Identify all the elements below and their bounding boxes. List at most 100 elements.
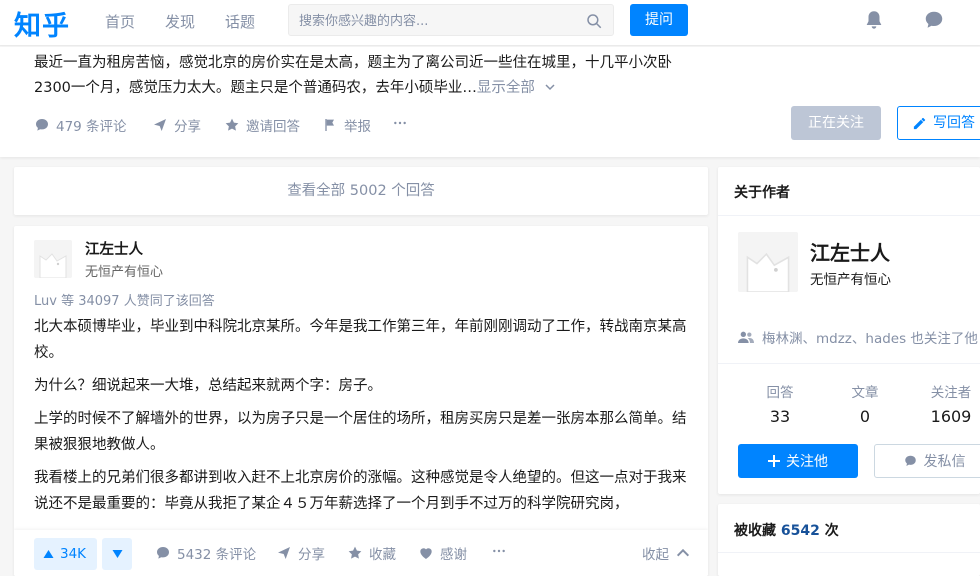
heart-icon <box>420 548 432 559</box>
divider <box>718 363 980 364</box>
answer-paragraph: 上学的时候不了解墙外的世界，以为房子只是一个居住的场所，租房买房只是差一张房本那… <box>34 411 687 453</box>
invite-answer-label: 邀请回答 <box>246 119 300 135</box>
upvoters-summary: Luv 等 34097 人赞同了该回答 <box>34 294 215 309</box>
more-options-button[interactable] <box>392 115 408 131</box>
answer-card: 江左士人 无恒产有恒心 Luv 等 34097 人赞同了该回答 北大本硕博毕业，… <box>14 226 708 576</box>
collect-button[interactable]: 收藏 <box>347 543 396 563</box>
collected-prefix: 被收藏 <box>734 523 776 539</box>
comment-icon <box>157 547 169 559</box>
ask-question-button[interactable]: 提问 <box>630 4 688 36</box>
collected-card: 被收藏 6542 次 <box>718 504 980 576</box>
stat-value: 0 <box>859 407 871 426</box>
default-avatar-icon <box>738 232 798 292</box>
messages-icon[interactable] <box>922 9 946 31</box>
stat-answers[interactable]: 回答 33 <box>735 381 825 426</box>
search-icon[interactable] <box>585 12 603 30</box>
search-box <box>288 4 614 36</box>
stat-label: 文章 <box>851 385 879 401</box>
follow-author-label: 关注他 <box>786 454 828 470</box>
write-answer-button[interactable]: 写回答 <box>897 106 980 140</box>
zhihu-logo[interactable]: 知乎 <box>14 4 70 43</box>
mutual-followers-text: 梅林渊、mdzz、hades 也关注了他 <box>762 331 978 347</box>
author-avatar[interactable] <box>738 232 798 292</box>
search-input[interactable] <box>299 11 579 31</box>
answer-paragraph: 为什么？细说起来一大堆，总结起来就两个字：房子。 <box>34 378 382 394</box>
author-name[interactable]: 江左士人 <box>810 237 890 266</box>
answer-paragraph: 我看楼上的兄弟们很多都讲到收入赶不上北京房价的涨幅。这种感觉是令人绝望的。但这一… <box>34 470 687 512</box>
share-icon <box>154 119 166 131</box>
message-bubble-icon <box>904 455 916 466</box>
nav-discover[interactable]: 发现 <box>165 11 195 32</box>
vote-count: 34K <box>60 546 87 562</box>
answer-paragraph: 北大本硕博毕业，毕业到中科院北京某所。今年是我工作第三年，年前刚刚调动了工作，转… <box>34 319 687 361</box>
send-message-button[interactable]: 发私信 <box>874 444 980 478</box>
collected-suffix: 次 <box>824 523 839 539</box>
share-icon <box>278 547 290 559</box>
following-button[interactable]: 正在关注 <box>791 106 881 140</box>
answer-author-name[interactable]: 江左士人 <box>85 238 143 259</box>
stat-followers[interactable]: 关注者 1609 <box>906 381 980 426</box>
people-icon <box>738 331 754 343</box>
more-icon <box>493 549 505 553</box>
answer-content: 北大本硕博毕业，毕业到中科院北京某所。今年是我工作第三年，年前刚刚调动了工作，转… <box>34 314 689 524</box>
top-navbar: 知乎 首页 发现 话题 提问 <box>0 0 980 46</box>
question-share-button[interactable]: 分享 <box>152 115 201 135</box>
report-button[interactable]: 举报 <box>322 115 371 135</box>
about-author-card: 关于作者 江左士人 无恒产有恒心 梅林渊、mdzz、hades 也关注了他 回答… <box>718 167 980 494</box>
triangle-up-icon <box>43 550 54 558</box>
report-label: 举报 <box>344 119 371 135</box>
pencil-icon <box>913 117 926 129</box>
nav-home[interactable]: 首页 <box>105 11 135 32</box>
stat-value: 1609 <box>930 407 972 426</box>
stat-label: 回答 <box>766 385 794 401</box>
divider <box>718 552 980 553</box>
more-icon <box>394 121 406 125</box>
invite-answer-button[interactable]: 邀请回答 <box>224 115 300 135</box>
plus-icon <box>768 455 780 467</box>
divider <box>718 215 980 216</box>
mutual-followers[interactable]: 梅林渊、mdzz、hades 也关注了他 <box>738 327 978 347</box>
default-avatar-icon <box>34 240 72 278</box>
avatar[interactable] <box>34 240 72 278</box>
collected-summary: 被收藏 6542 次 <box>734 520 839 540</box>
thanks-label: 感谢 <box>440 547 467 563</box>
stat-label: 关注者 <box>930 385 972 401</box>
chevron-up-icon <box>676 548 690 557</box>
answer-share-label: 分享 <box>298 547 325 563</box>
view-all-answers-link[interactable]: 查看全部 5002 个回答 <box>14 167 708 215</box>
show-all-link[interactable]: 显示全部 <box>477 80 556 96</box>
triangle-down-icon <box>112 550 122 558</box>
question-description-text: 最近一直为租房苦恼，感觉北京的房价实在是太高，题主为了离公司近一些住在城里，十几… <box>34 55 672 96</box>
answer-share-button[interactable]: 分享 <box>276 543 325 563</box>
question-comments-button[interactable]: 479 条评论 <box>34 115 127 135</box>
stat-value: 33 <box>769 407 791 426</box>
show-all-label[interactable]: 显示全部 <box>477 80 535 96</box>
answer-action-bar: 34K 5432 条评论 分享 收藏 感谢 收起 <box>14 530 708 576</box>
follow-author-button[interactable]: 关注他 <box>738 444 858 478</box>
stat-articles[interactable]: 文章 0 <box>820 381 910 426</box>
author-bio: 无恒产有恒心 <box>810 272 891 288</box>
answer-more-button[interactable] <box>491 543 507 559</box>
collapse-label: 收起 <box>642 547 669 563</box>
question-share-label: 分享 <box>174 119 201 135</box>
flag-icon <box>325 119 334 131</box>
notification-bell-icon[interactable] <box>863 9 885 31</box>
chevron-down-icon <box>544 84 555 91</box>
write-answer-label: 写回答 <box>933 115 975 131</box>
about-author-title: 关于作者 <box>734 185 790 201</box>
question-description: 最近一直为租房苦恼，感觉北京的房价实在是太高，题主为了离公司近一些住在城里，十几… <box>34 51 704 101</box>
collected-count[interactable]: 6542 <box>781 523 820 539</box>
thanks-button[interactable]: 感谢 <box>418 543 467 563</box>
answer-comments-label: 5432 条评论 <box>177 547 257 563</box>
send-message-label: 发私信 <box>923 454 966 470</box>
nav-topics[interactable]: 话题 <box>225 11 255 32</box>
collect-label: 收藏 <box>369 547 396 563</box>
collapse-button[interactable]: 收起 <box>642 543 691 563</box>
answer-comments-button[interactable]: 5432 条评论 <box>155 543 256 563</box>
upvote-button[interactable]: 34K <box>34 538 97 570</box>
downvote-button[interactable] <box>102 538 132 570</box>
answer-author-bio: 无恒产有恒心 <box>85 265 164 280</box>
question-header: 最近一直为租房苦恼，感觉北京的房价实在是太高，题主为了离公司近一些住在城里，十几… <box>0 47 980 157</box>
comment-icon <box>36 119 48 131</box>
question-comments-label: 479 条评论 <box>56 119 127 135</box>
